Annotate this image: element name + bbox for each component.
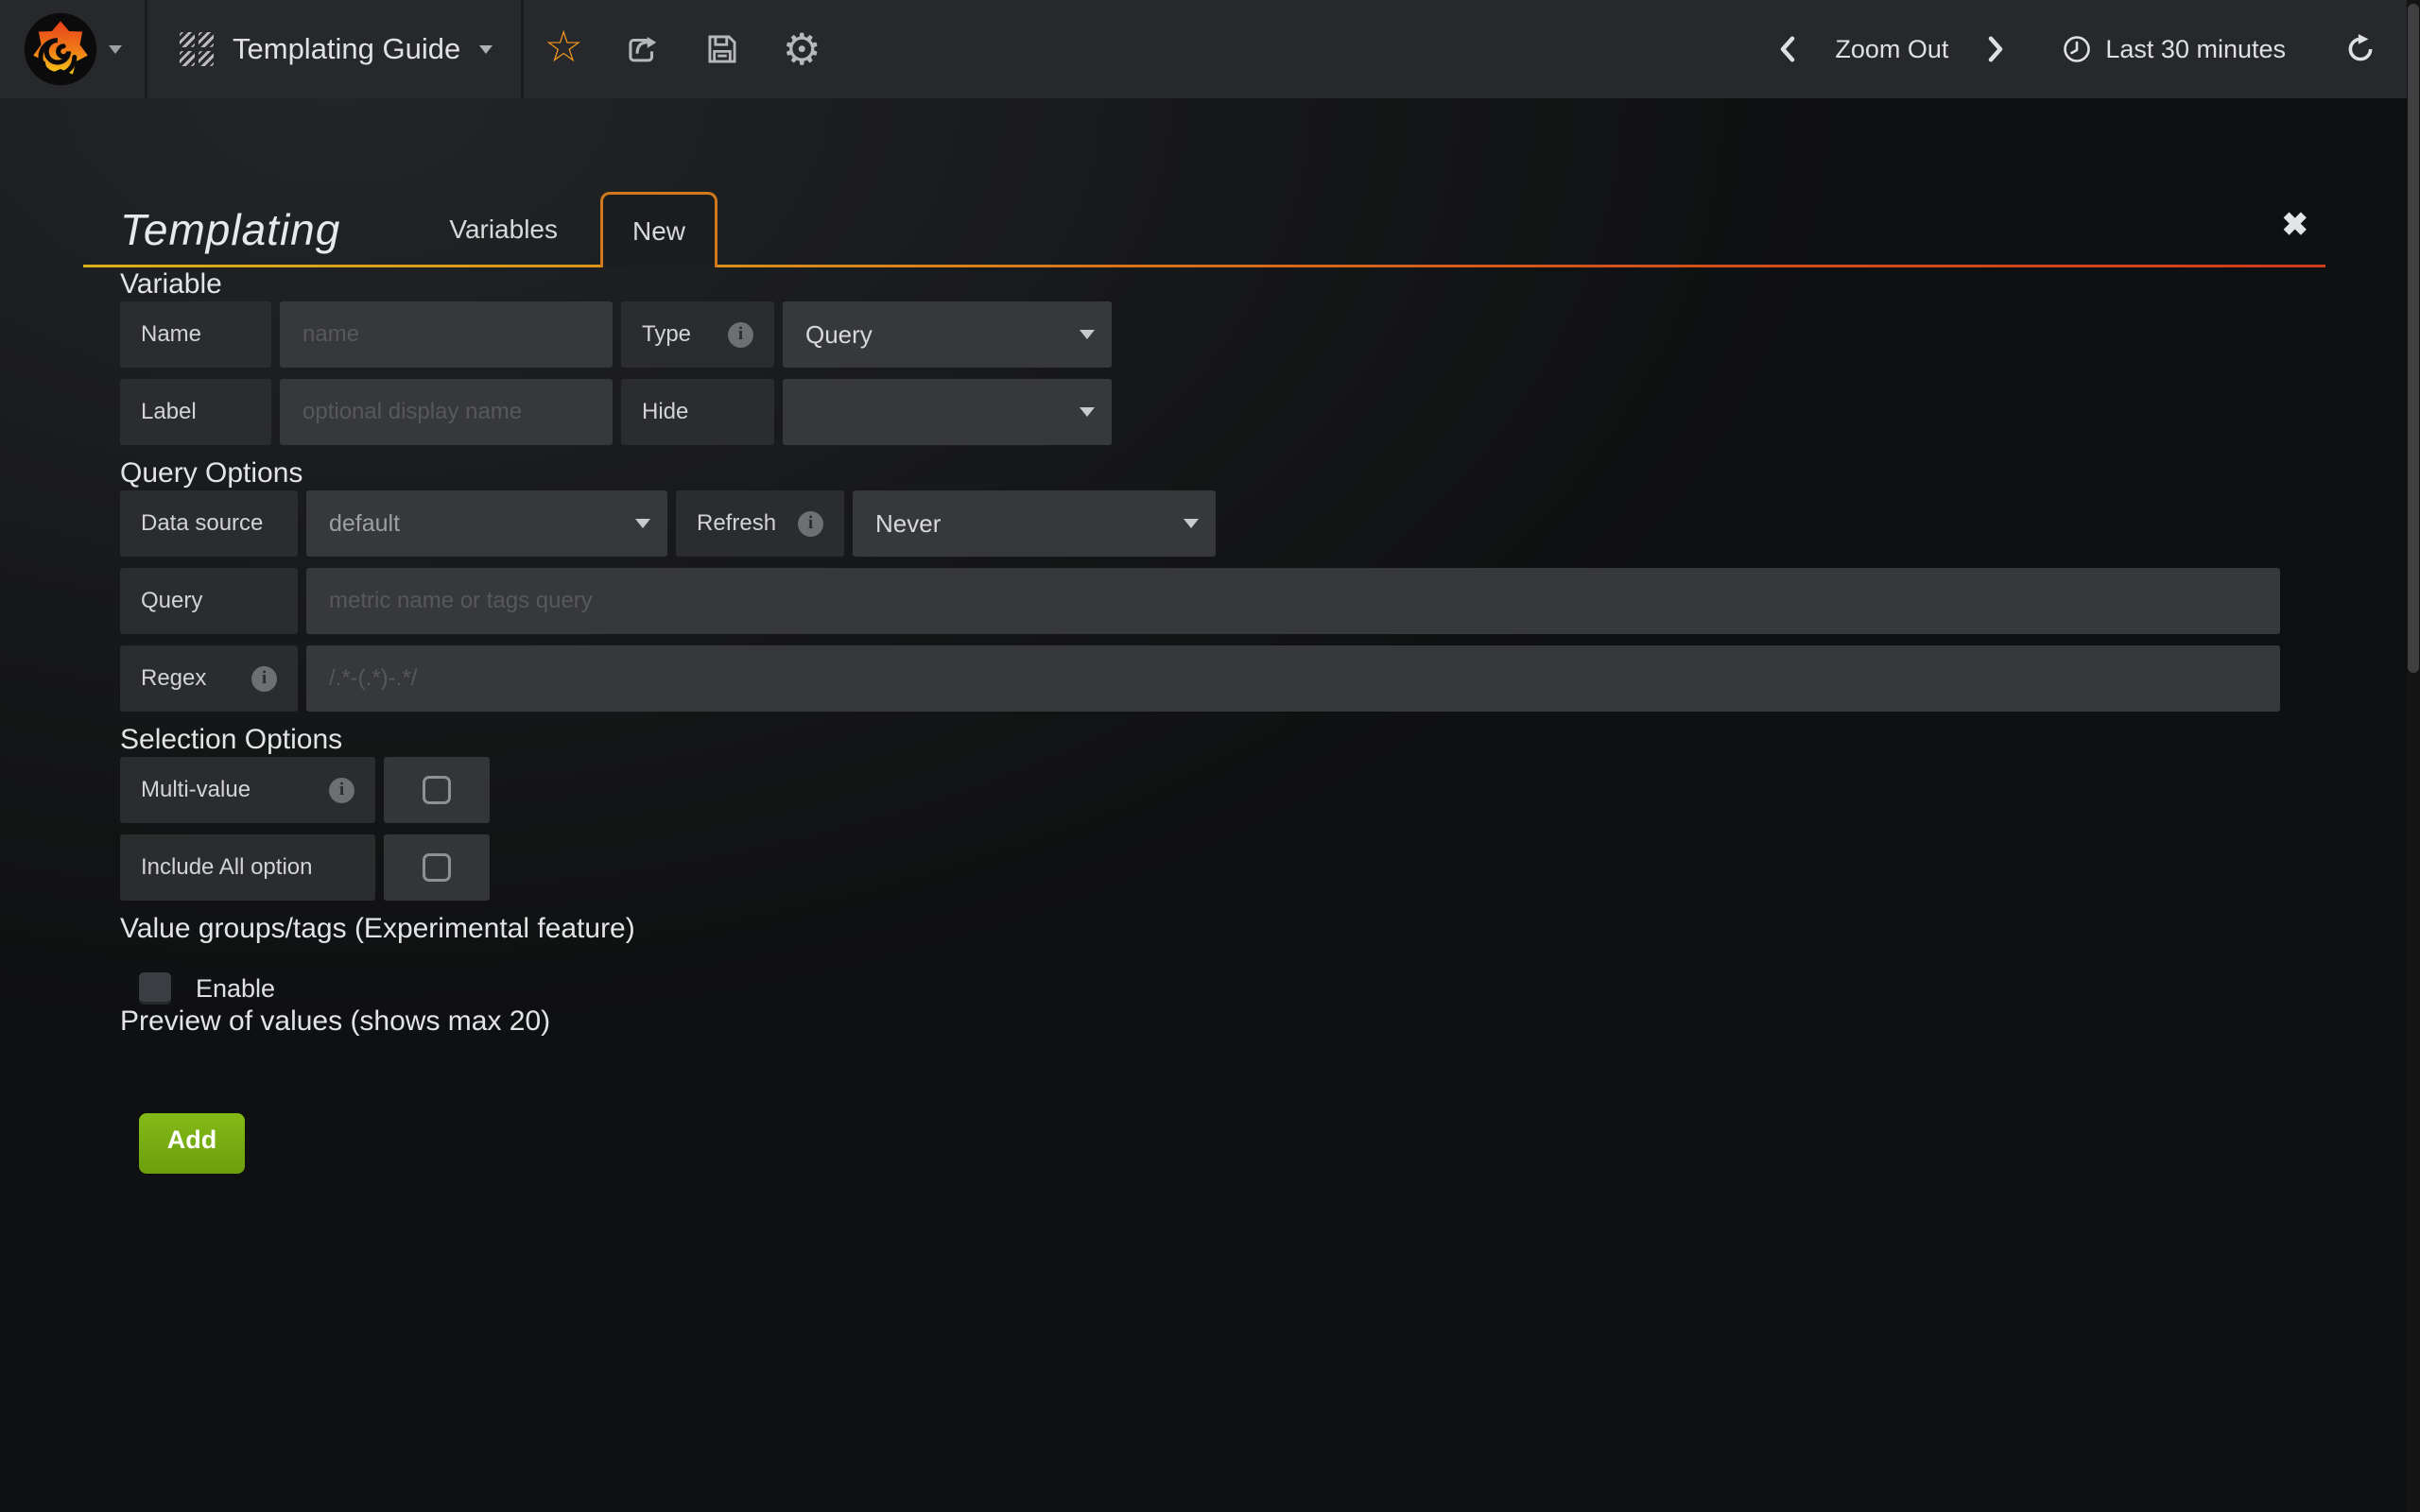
star-icon: ☆ [544,25,583,68]
preview-heading: Preview of values (shows max 20) [120,1005,2325,1039]
variable-label-row: Label Hide [120,379,2325,445]
include-all-checkbox[interactable] [384,834,490,901]
dashboard-title: Templating Guide [233,32,460,66]
query-options-heading: Query Options [120,456,2325,490]
navbar: Templating Guide ☆ ⚙ [0,0,2420,98]
query-options-section: Query Options Data source default Refres… [120,456,2325,712]
data-source-select-value: default [329,510,400,538]
time-range-label: Last 30 minutes [2105,35,2286,64]
info-icon[interactable]: i [329,778,354,803]
add-button[interactable]: Add [139,1113,245,1174]
datasource-row: Data source default Refresh i Never [120,490,2325,557]
query-label: Query [120,568,298,634]
selection-options-heading: Selection Options [120,723,2325,757]
include-all-row: Include All option [120,834,2325,901]
grafana-menu-button[interactable] [0,0,147,98]
label-label: Label [120,379,271,445]
data-source-label: Data source [120,490,298,557]
variable-section: Variable Name Type i Query Label Hide [120,267,2325,445]
zoom-out-prev-button[interactable] [1761,0,1814,98]
preview-section: Preview of values (shows max 20) Add [120,1005,2325,1174]
regex-label: Regex i [120,645,298,712]
selection-options-section: Selection Options Multi-value i Include … [120,723,2325,901]
multi-value-checkbox[interactable] [384,757,490,823]
dashboard-actions: ☆ ⚙ [524,0,841,98]
dashboard-grid-icon [180,32,214,66]
regex-input[interactable] [306,645,2280,712]
templating-editor: Templating Variables New ✖ Variable Name… [0,191,2420,1174]
zoom-out-label: Zoom Out [1835,35,1948,64]
hide-label: Hide [621,379,774,445]
tab-variables[interactable]: Variables [406,191,600,267]
scrollbar-thumb[interactable] [2408,4,2419,673]
editor-tabs: Variables New [406,191,717,267]
share-icon [625,31,661,67]
refresh-select[interactable]: Never [853,490,1216,557]
caret-down-icon [479,45,493,54]
page-title: Templating [120,204,340,255]
refresh-label: Refresh i [676,490,844,557]
close-icon[interactable]: ✖ [2282,206,2309,244]
time-range-picker[interactable]: Last 30 minutes [2047,0,2301,98]
caret-down-icon [1080,330,1095,339]
tab-new[interactable]: New [600,192,717,267]
save-button[interactable] [683,0,762,98]
caret-down-icon [635,519,650,528]
editor-header: Templating Variables New ✖ [83,191,2325,267]
save-icon [704,31,740,67]
hide-select[interactable] [783,379,1112,445]
refresh-icon [2344,33,2377,65]
share-button[interactable] [603,0,683,98]
enable-label: Enable [196,974,275,1004]
favorite-button[interactable]: ☆ [524,0,603,98]
scrollbar-track[interactable] [2407,0,2420,1512]
info-icon[interactable]: i [728,322,753,348]
dashboard-title-button[interactable]: Templating Guide [147,0,524,98]
gear-icon: ⚙ [783,27,821,71]
value-groups-heading: Value groups/tags (Experimental feature) [120,912,2325,946]
grafana-logo-icon [24,12,97,86]
query-row: Query [120,568,2325,634]
caret-down-icon [1080,407,1095,417]
chevron-left-icon [1776,35,1799,63]
type-select[interactable]: Query [783,301,1112,368]
enable-checkbox[interactable] [139,972,171,1005]
name-input[interactable] [280,301,613,368]
type-label: Type i [621,301,774,368]
time-controls: Zoom Out Last 30 minutes [1761,0,2420,98]
multi-value-label: Multi-value i [120,757,375,823]
name-label: Name [120,301,271,368]
include-all-label: Include All option [120,834,375,901]
caret-down-icon [109,45,122,54]
info-icon[interactable]: i [251,666,277,692]
query-input[interactable] [306,568,2280,634]
checkbox-icon [423,853,451,882]
regex-row: Regex i [120,645,2325,712]
variable-heading: Variable [120,267,2325,301]
chevron-right-icon [1984,35,2007,63]
type-select-value: Query [805,320,873,350]
zoom-out-next-button[interactable] [1969,0,2022,98]
multi-value-row: Multi-value i [120,757,2325,823]
value-groups-section: Value groups/tags (Experimental feature)… [120,912,2325,1005]
info-icon[interactable]: i [798,511,823,537]
zoom-out-button[interactable]: Zoom Out [1820,0,1963,98]
enable-row: Enable [139,972,2325,1005]
clock-icon [2062,34,2092,64]
refresh-select-value: Never [875,509,941,539]
navbar-spacer [841,0,1761,98]
checkbox-icon [423,776,451,804]
data-source-select[interactable]: default [306,490,667,557]
refresh-button[interactable] [2329,0,2377,98]
variable-name-row: Name Type i Query [120,301,2325,368]
label-input[interactable] [280,379,613,445]
settings-button[interactable]: ⚙ [762,0,841,98]
caret-down-icon [1184,519,1199,528]
